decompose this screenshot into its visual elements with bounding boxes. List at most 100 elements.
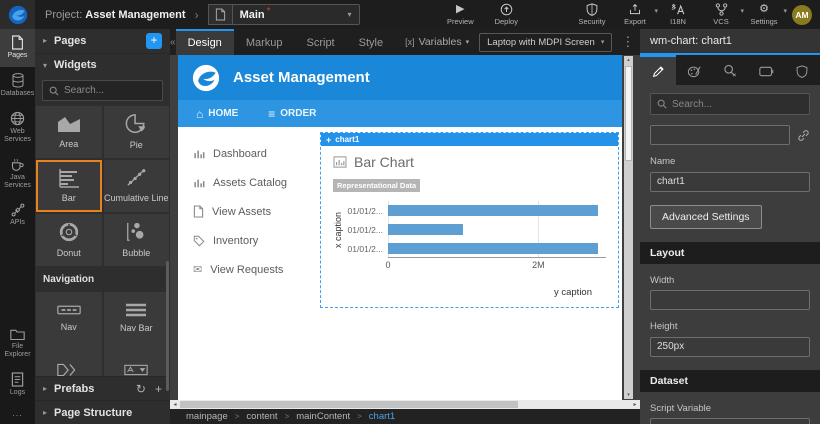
breadcrumb-content[interactable]: content [246,411,277,422]
breadcrumb-chart1[interactable]: chart1 [369,411,395,422]
scrollbar-thumb[interactable] [625,66,632,161]
tab-properties[interactable] [640,55,676,85]
advanced-settings-button[interactable]: Advanced Settings [650,205,762,229]
scroll-up-icon[interactable]: ▴ [624,57,633,63]
vcs-button[interactable]: ▾ VCS [706,3,736,26]
scrollbar-thumb[interactable] [180,401,518,408]
widget-tile-area[interactable]: Area [36,106,102,158]
layout-section-header[interactable]: Layout [640,242,820,264]
height-label: Height [650,321,810,332]
export-button[interactable]: ▾ Export [620,3,650,26]
widget-tile-cumulative-line[interactable]: Cumulative Line [104,160,170,212]
sidebar-item-logs[interactable]: Logs [0,366,35,404]
app-title: Asset Management [233,69,370,86]
tab-markup[interactable]: Markup [234,29,295,55]
tab-styles[interactable] [676,55,712,85]
sidebar-item-apis[interactable]: APIs [0,197,35,234]
breadcrumb-separator: > [285,412,290,421]
menu-item-inventory[interactable]: Inventory [178,226,320,255]
widget-tile-pie[interactable]: Pie [104,106,170,158]
i18n-button[interactable]: I18N [663,3,693,26]
play-icon: ▶ [456,3,464,16]
canvas-vertical-scrollbar[interactable]: ▴ ▾ [624,56,633,399]
widget-tile-nav-bar[interactable]: Nav Bar [104,292,170,344]
widgets-panel-scrollbar[interactable] [166,261,169,391]
page-structure-section-header[interactable]: ▸ Page Structure [35,400,170,424]
prefabs-section-header[interactable]: ▸ Prefabs ↻ + [35,376,170,400]
menu-item-view-requests[interactable]: ✉ View Requests [178,255,320,284]
deploy-button[interactable]: Deploy [491,3,521,26]
menu-item-view-assets[interactable]: View Assets [178,197,320,226]
widget-tile-dropdown[interactable] [104,344,170,377]
widget-tile-nav[interactable]: Nav [36,292,102,344]
pages-section-header[interactable]: ▸ Pages + [35,29,170,53]
breadcrumb-maincontent[interactable]: mainContent [296,411,350,422]
widget-search-input[interactable] [64,85,156,96]
selected-widget-tag[interactable]: + chart1 [321,133,618,146]
sidebar-item-databases[interactable]: Databases [0,67,35,105]
scroll-left-icon[interactable]: ◂ [170,400,180,409]
rail-overflow-button[interactable]: ... [0,404,35,424]
canvas-horizontal-scrollbar[interactable]: ◂ ▸ [170,400,640,409]
refresh-prefabs-button[interactable]: ↻ [136,382,146,396]
add-page-button[interactable]: + [146,33,162,49]
property-search-box[interactable] [650,93,810,115]
tab-design[interactable]: Design [176,29,234,55]
width-field[interactable] [650,290,810,310]
page-selector-dropdown[interactable]: Main * ▾ [232,4,360,25]
link-icon[interactable] [797,129,810,142]
properties-panel-title: wm-chart: chart1 [640,29,820,55]
tab-script[interactable]: Script [295,29,347,55]
sidebar-item-file-explorer[interactable]: File Explorer [0,322,35,366]
widget-tile-bubble[interactable]: Bubble [104,214,170,266]
chart-widget-chart1[interactable]: + chart1 Bar Chart Representational Data… [320,132,619,308]
property-search-input[interactable] [672,99,803,110]
menu-item-assets-catalog[interactable]: Assets Catalog [178,168,320,197]
widgets-section-header[interactable]: ▾ Widgets [35,53,170,77]
tab-events[interactable] [712,55,748,85]
width-label: Width [650,275,810,286]
envelope-icon: ✉ [193,263,202,276]
widget-tile-breadcrumb[interactable] [36,344,102,377]
preview-button[interactable]: ▶ Preview [445,3,475,26]
app-nav-bar: ⌂ HOME ≡ ORDER [178,100,622,127]
user-avatar[interactable]: AM [792,5,812,25]
nav-bar-widget-icon [124,302,148,318]
settings-button[interactable]: ▾ ⚙ Settings [749,3,779,26]
widget-search-box[interactable] [42,80,163,100]
app-header[interactable]: Asset Management [178,55,622,100]
more-options-button[interactable]: ⋮ [621,34,634,50]
name-field[interactable] [650,172,810,192]
variables-dropdown[interactable]: [x] Variables ▾ [405,36,469,48]
category-axis-label: x caption [333,201,344,258]
widget-tile-bar[interactable]: Bar [36,160,102,212]
security-button[interactable]: Security [577,3,607,26]
widget-tile-donut[interactable]: Donut [36,214,102,266]
tab-security[interactable] [784,55,820,85]
scroll-right-icon[interactable]: ▸ [630,400,640,409]
tab-device[interactable] [748,55,784,85]
dataset-section-header[interactable]: Dataset [640,370,820,392]
scroll-down-icon[interactable]: ▾ [624,392,633,398]
nav-item-order[interactable]: ≡ ORDER [268,107,316,121]
nav-item-home[interactable]: ⌂ HOME [196,107,238,121]
script-variable-field[interactable] [650,418,810,424]
move-icon: + [326,135,331,145]
breadcrumb-mainpage[interactable]: mainpage [186,411,228,422]
properties-content: Name Advanced Settings Layout Width Heig… [640,85,820,424]
navigation-section-header[interactable]: Navigation [35,266,170,292]
add-prefab-button[interactable]: + [155,382,162,396]
pencil-icon [652,65,665,78]
database-icon [11,73,25,88]
chevron-right-icon: › [195,8,199,22]
tab-style[interactable]: Style [347,29,395,55]
area-chart-icon [56,114,82,134]
sidebar-item-pages[interactable]: Pages [0,29,35,67]
sidebar-item-java-services[interactable]: Java Services [0,151,35,197]
height-field[interactable] [650,337,810,357]
device-selector-dropdown[interactable]: Laptop with MDPI Screen ▾ [479,33,612,52]
menu-item-dashboard[interactable]: Dashboard [178,139,320,168]
sidebar-item-web-services[interactable]: Web Services [0,105,35,151]
studio-topbar: Project:Asset Management › Main * ▾ ▶ Pr… [0,0,820,29]
bind-field[interactable] [650,125,790,145]
